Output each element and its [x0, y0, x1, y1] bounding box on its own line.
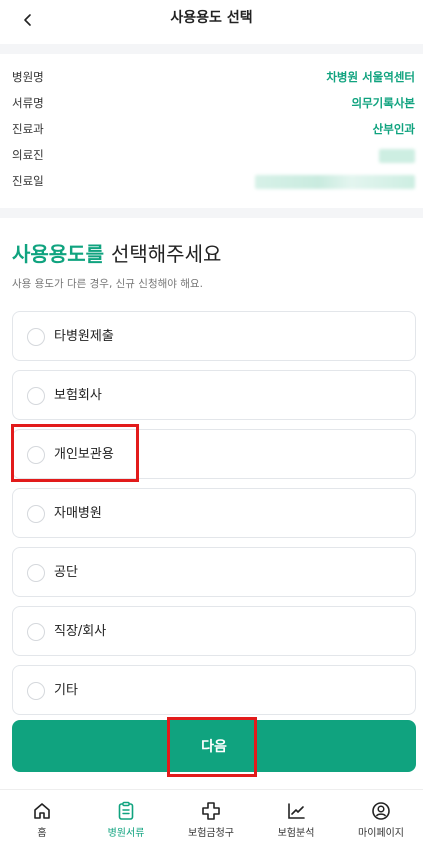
info-row-doctor: 의료진: [12, 146, 415, 164]
info-label: 진료일: [12, 174, 44, 188]
option-label: 공단: [54, 565, 78, 580]
department-name: 산부인과: [372, 122, 415, 136]
usage-option[interactable]: 타병원제출: [12, 311, 416, 361]
next-button[interactable]: 다음: [12, 720, 416, 772]
redacted-visit-date: [255, 175, 415, 189]
tab-home[interactable]: 홈: [0, 790, 84, 848]
option-label: 타병원제출: [54, 329, 114, 344]
option-label: 개인보관용: [54, 447, 114, 462]
home-icon: [34, 803, 50, 819]
tab-label: 마이페이지: [358, 828, 404, 839]
option-label: 보험회사: [54, 388, 102, 403]
option-label: 직장/회사: [54, 624, 107, 639]
document-name: 의무기록사본: [351, 96, 415, 110]
usage-option[interactable]: 자매병원: [12, 488, 416, 538]
radio-button[interactable]: [27, 682, 45, 700]
option-label: 기타: [54, 683, 78, 698]
document-info-card: 병원명 차병원 서울역센터 서류명 의무기록사본 진료과 산부인과 의료진 진료…: [0, 54, 423, 208]
usage-option[interactable]: 직장/회사: [12, 606, 416, 656]
usage-option[interactable]: 공단: [12, 547, 416, 597]
bottom-tab-bar: 홈 병원서류 보험금청구 보험분석 마이페이지: [0, 789, 423, 848]
selection-title-accent: 사용용도를: [12, 242, 104, 266]
tab-label: 보험분석: [277, 828, 315, 839]
option-label: 자매병원: [54, 506, 102, 521]
radio-button[interactable]: [27, 446, 45, 464]
tab-label: 홈: [37, 828, 47, 839]
tab-hospital-documents[interactable]: 병원서류: [84, 790, 168, 848]
app-header: 사용용도 선택: [0, 0, 423, 44]
radio-button[interactable]: [27, 328, 45, 346]
info-label: 진료과: [12, 122, 44, 136]
radio-button[interactable]: [27, 564, 45, 582]
tab-insurance-claim[interactable]: 보험금청구: [169, 790, 253, 848]
info-label: 의료진: [12, 148, 44, 162]
info-row-department: 진료과 산부인과: [12, 120, 415, 138]
redacted-doctor-name: [379, 149, 415, 163]
selection-title-rest: 선택해주세요: [110, 242, 222, 266]
usage-option[interactable]: 기타: [12, 665, 416, 715]
info-row-hospital: 병원명 차병원 서울역센터: [12, 68, 415, 86]
tab-my-page[interactable]: 마이페이지: [339, 790, 423, 848]
selection-title: 사용용도를 선택해주세요: [12, 240, 221, 268]
user-icon: [372, 802, 390, 820]
radio-button[interactable]: [27, 623, 45, 641]
cross-icon: [202, 802, 220, 820]
page-title: 사용용도 선택: [170, 10, 253, 26]
clipboard-icon: [118, 801, 134, 820]
tab-label: 병원서류: [107, 828, 145, 839]
tab-label: 보험금청구: [188, 828, 234, 839]
usage-option[interactable]: 개인보관용: [12, 429, 416, 479]
info-label: 서류명: [12, 96, 44, 110]
hospital-name: 차병원 서울역센터: [326, 70, 415, 84]
chart-icon: [288, 803, 305, 819]
selection-subtitle: 사용 용도가 다른 경우, 신규 신청해야 해요.: [12, 278, 203, 290]
info-label: 병원명: [12, 70, 44, 84]
radio-button[interactable]: [27, 505, 45, 523]
info-row-document: 서류명 의무기록사본: [12, 94, 415, 112]
radio-button[interactable]: [27, 387, 45, 405]
tab-insurance-analysis[interactable]: 보험분석: [254, 790, 338, 848]
info-row-date: 진료일: [12, 172, 415, 190]
usage-option[interactable]: 보험회사: [12, 370, 416, 420]
